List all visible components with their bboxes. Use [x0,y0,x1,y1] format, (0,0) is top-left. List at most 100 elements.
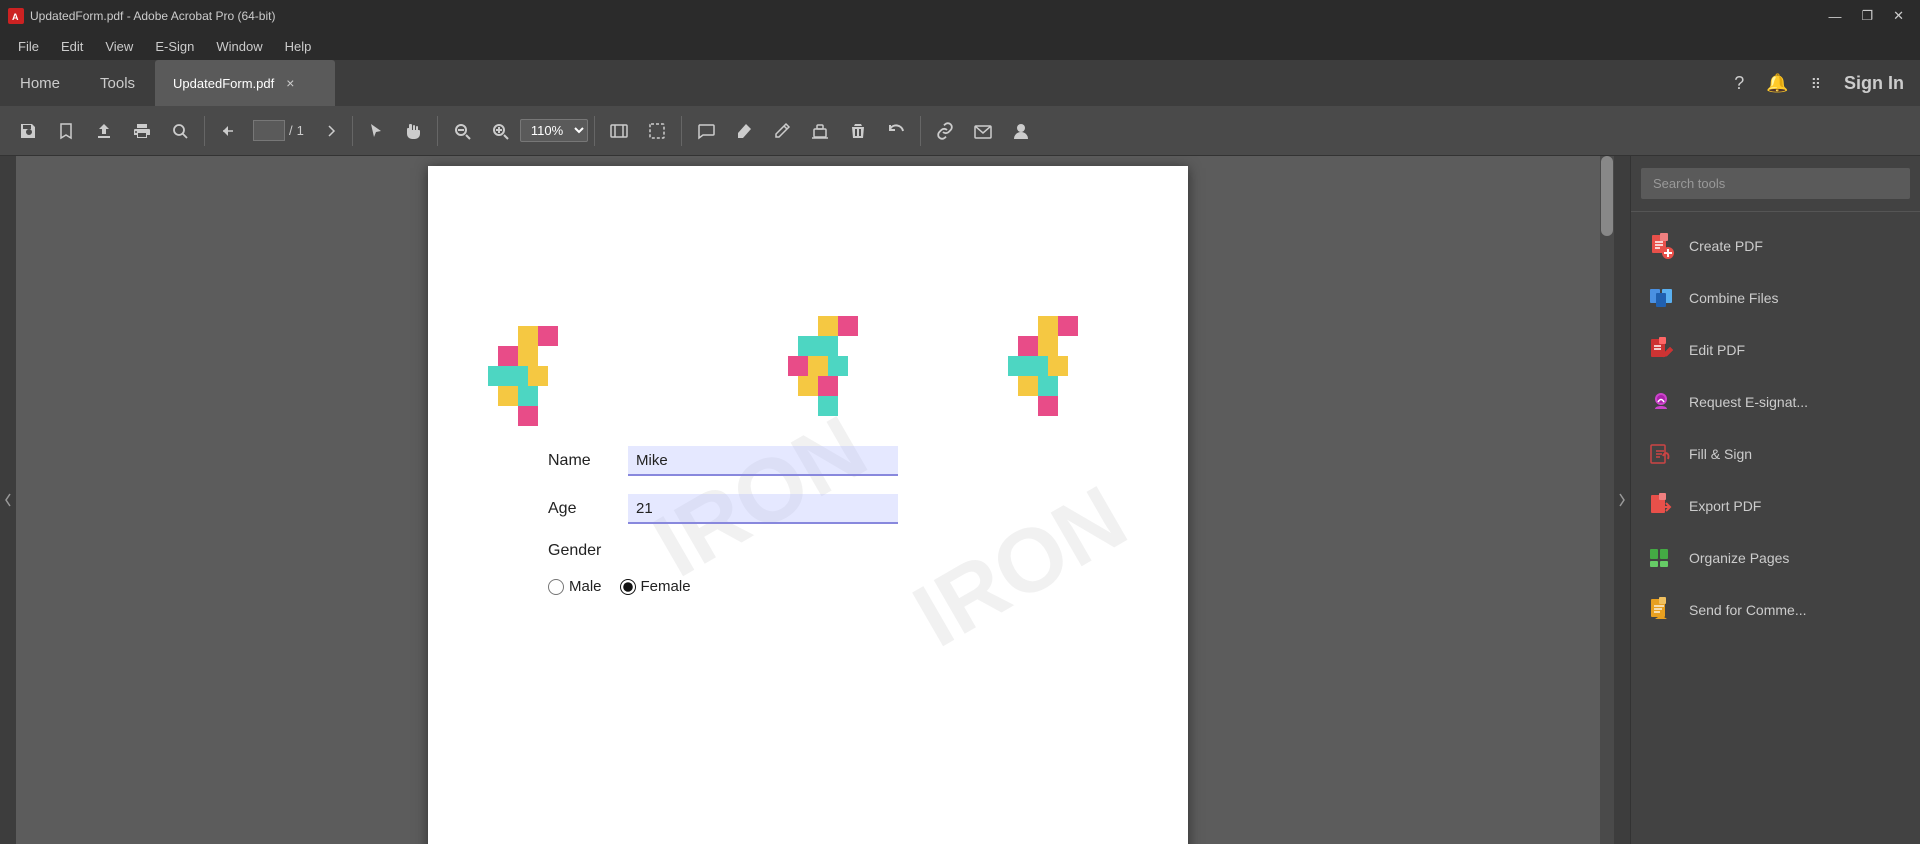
male-radio[interactable] [548,579,564,595]
window-controls: — ❐ ✕ [1820,6,1912,26]
fit-page-button[interactable] [601,115,637,147]
user-button[interactable] [1003,115,1039,147]
fill-sign-icon [1647,440,1675,468]
female-option[interactable]: Female [620,578,691,595]
toolbar-sep-4 [594,116,595,146]
page-number-input[interactable]: 1 [253,120,285,141]
watermark-2: IRON [897,467,1143,669]
create-pdf-label: Create PDF [1689,238,1763,254]
organize-pages-label: Organize Pages [1689,550,1789,566]
delete-button[interactable] [840,115,876,147]
male-label: Male [569,578,602,595]
bookmark-button[interactable] [48,115,84,147]
zoom-select[interactable]: 110% 100% 75% 50% 125% 150% [520,119,588,142]
right-panel-toggle[interactable] [1614,156,1630,844]
edit-pdf-icon [1647,336,1675,364]
next-page-button[interactable] [312,116,346,146]
page-total: 1 [297,123,304,138]
menu-esign[interactable]: E-Sign [145,35,204,58]
left-panel-toggle[interactable] [0,156,16,844]
minimize-button[interactable]: — [1820,6,1849,26]
highlight-button[interactable] [726,115,762,147]
page-sep: / [289,123,293,138]
toolbar-sep-3 [437,116,438,146]
export-pdf-label: Export PDF [1689,498,1761,514]
svg-text:A: A [12,12,19,22]
menu-file[interactable]: File [8,35,49,58]
markup-button[interactable] [764,115,800,147]
close-button[interactable]: ✕ [1885,6,1912,26]
fill-sign-label: Fill & Sign [1689,446,1752,462]
form-row-age: Age 21 [548,494,898,524]
stamp-button[interactable] [802,115,838,147]
menu-edit[interactable]: Edit [51,35,93,58]
upload-button[interactable] [86,115,122,147]
create-pdf-icon [1647,232,1675,260]
female-label: Female [641,578,691,595]
toolbar-sep-5 [681,116,682,146]
toolbar-sep-6 [920,116,921,146]
link-button[interactable] [927,115,963,147]
tab-tools[interactable]: Tools [80,60,155,106]
zoom-out-button[interactable] [444,115,480,147]
zoom-area: 110% 100% 75% 50% 125% 150% [520,119,588,142]
tab-document[interactable]: UpdatedForm.pdf × [155,60,335,106]
maximize-button[interactable]: ❐ [1853,6,1881,26]
name-text: Mike [636,452,668,469]
tab-home[interactable]: Home [0,60,80,106]
name-value[interactable]: Mike [628,446,898,476]
pdf-viewer[interactable]: IRON IRON Name Mike Age 21 Gender [16,156,1600,844]
zoom-in-button[interactable] [482,115,518,147]
select-tool-button[interactable] [359,116,393,146]
comment-button[interactable] [688,115,724,147]
tab-close-button[interactable]: × [282,73,298,93]
undo-button[interactable] [878,115,914,147]
request-esign-icon [1647,388,1675,416]
title-bar-left: A UpdatedForm.pdf - Adobe Acrobat Pro (6… [8,8,275,24]
main-layout: IRON IRON Name Mike Age 21 Gender [0,156,1920,844]
tool-request-esign[interactable]: Request E-signat... [1631,376,1920,428]
female-radio[interactable] [620,579,636,595]
right-panel: Create PDF Combine Files [1630,156,1920,844]
menu-bar: File Edit View E-Sign Window Help [0,32,1920,60]
tool-create-pdf[interactable]: Create PDF [1631,220,1920,272]
menu-help[interactable]: Help [275,35,322,58]
apps-button[interactable]: ⠿ [1805,69,1828,98]
mail-button[interactable] [965,115,1001,147]
tool-send-comment[interactable]: Send for Comme... [1631,584,1920,636]
organize-pages-icon [1647,544,1675,572]
menu-window[interactable]: Window [206,35,272,58]
help-icon: ? [1734,73,1744,93]
print-button[interactable] [124,115,160,147]
iron-logo-top-right [1008,316,1128,421]
tools-search-area [1631,156,1920,212]
male-option[interactable]: Male [548,578,602,595]
marquee-zoom-button[interactable] [639,115,675,147]
toolbar-sep-1 [204,116,205,146]
tab-home-label: Home [20,75,60,92]
sign-in-button[interactable]: Sign In [1838,69,1910,98]
form-row-name: Name Mike [548,446,898,476]
search-tools-input[interactable] [1641,168,1910,199]
tool-combine-files[interactable]: Combine Files [1631,272,1920,324]
scrollbar-thumb[interactable] [1601,156,1613,236]
prev-page-button[interactable] [211,116,245,146]
toolbar-sep-2 [352,116,353,146]
tool-fill-sign[interactable]: Fill & Sign [1631,428,1920,480]
help-button[interactable]: ? [1728,69,1750,98]
save-button[interactable] [10,115,46,147]
age-label: Age [548,500,628,518]
tool-organize-pages[interactable]: Organize Pages [1631,532,1920,584]
pdf-scrollbar[interactable] [1600,156,1614,844]
notifications-button[interactable]: 🔔 [1760,69,1794,98]
form-row-gender-options: Male Female [548,578,898,595]
tool-export-pdf[interactable]: Export PDF [1631,480,1920,532]
form-row-gender: Gender [548,542,898,560]
tool-edit-pdf[interactable]: Edit PDF [1631,324,1920,376]
hand-tool-button[interactable] [395,115,431,147]
zoom-search-button[interactable] [162,115,198,147]
tab-tools-label: Tools [100,75,135,92]
menu-view[interactable]: View [95,35,143,58]
age-value[interactable]: 21 [628,494,898,524]
request-esign-label: Request E-signat... [1689,394,1808,410]
